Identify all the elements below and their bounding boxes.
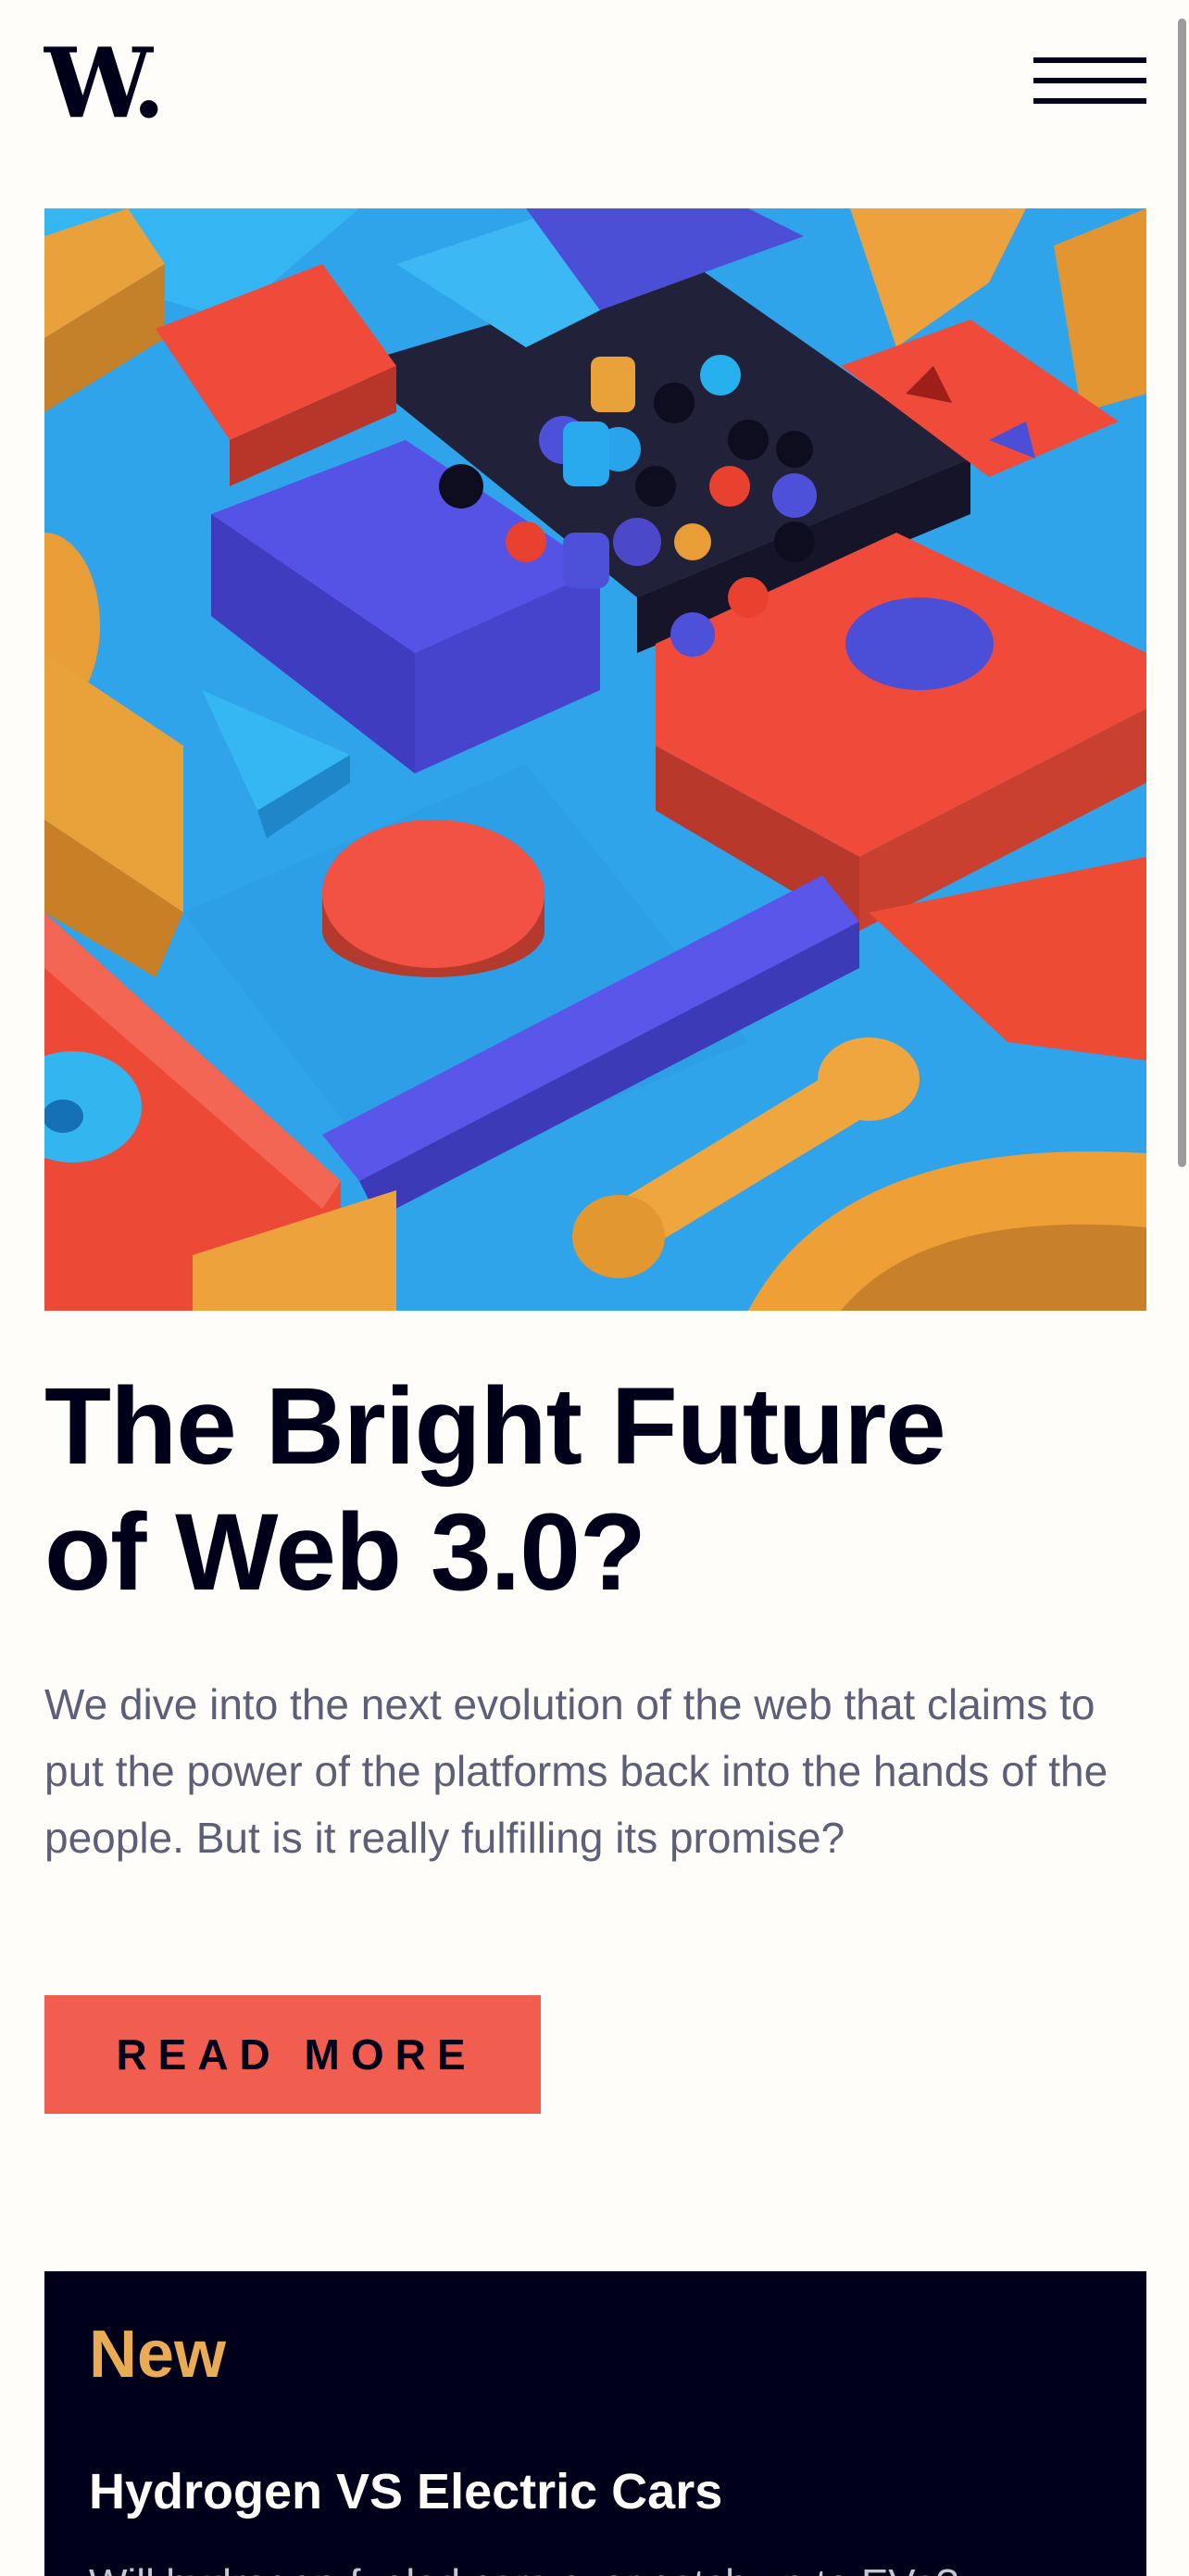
headline-line-1: The Bright Future bbox=[44, 1365, 946, 1488]
hero-image bbox=[44, 208, 1146, 1311]
hamburger-icon-bar-bottom bbox=[1033, 98, 1146, 104]
hamburger-icon-bar-top bbox=[1033, 57, 1146, 63]
scrollbar-thumb[interactable] bbox=[1178, 19, 1186, 1167]
hamburger-icon-bar-middle bbox=[1033, 78, 1146, 83]
headline-line-2: of Web 3.0? bbox=[44, 1491, 646, 1614]
page: W. The Bright Future of Web 3.0? We dive… bbox=[0, 0, 1189, 2576]
read-more-button[interactable]: READ MORE bbox=[44, 1995, 541, 2114]
new-item-description: Will hydrogen-fueled cars ever catch up … bbox=[89, 2555, 1108, 2576]
new-articles-panel: New Hydrogen VS Electric Cars Will hydro… bbox=[44, 2271, 1146, 2576]
new-item-title[interactable]: Hydrogen VS Electric Cars bbox=[89, 2462, 722, 2521]
article-headline: The Bright Future of Web 3.0? bbox=[44, 1363, 1146, 1615]
abstract-3d-blocks-image bbox=[44, 208, 1146, 1311]
hamburger-menu-button[interactable] bbox=[1033, 56, 1146, 107]
site-logo[interactable]: W. bbox=[44, 35, 166, 132]
article-intro: We dive into the next evolution of the w… bbox=[44, 1680, 1108, 1862]
new-panel-heading: New bbox=[89, 2318, 227, 2392]
